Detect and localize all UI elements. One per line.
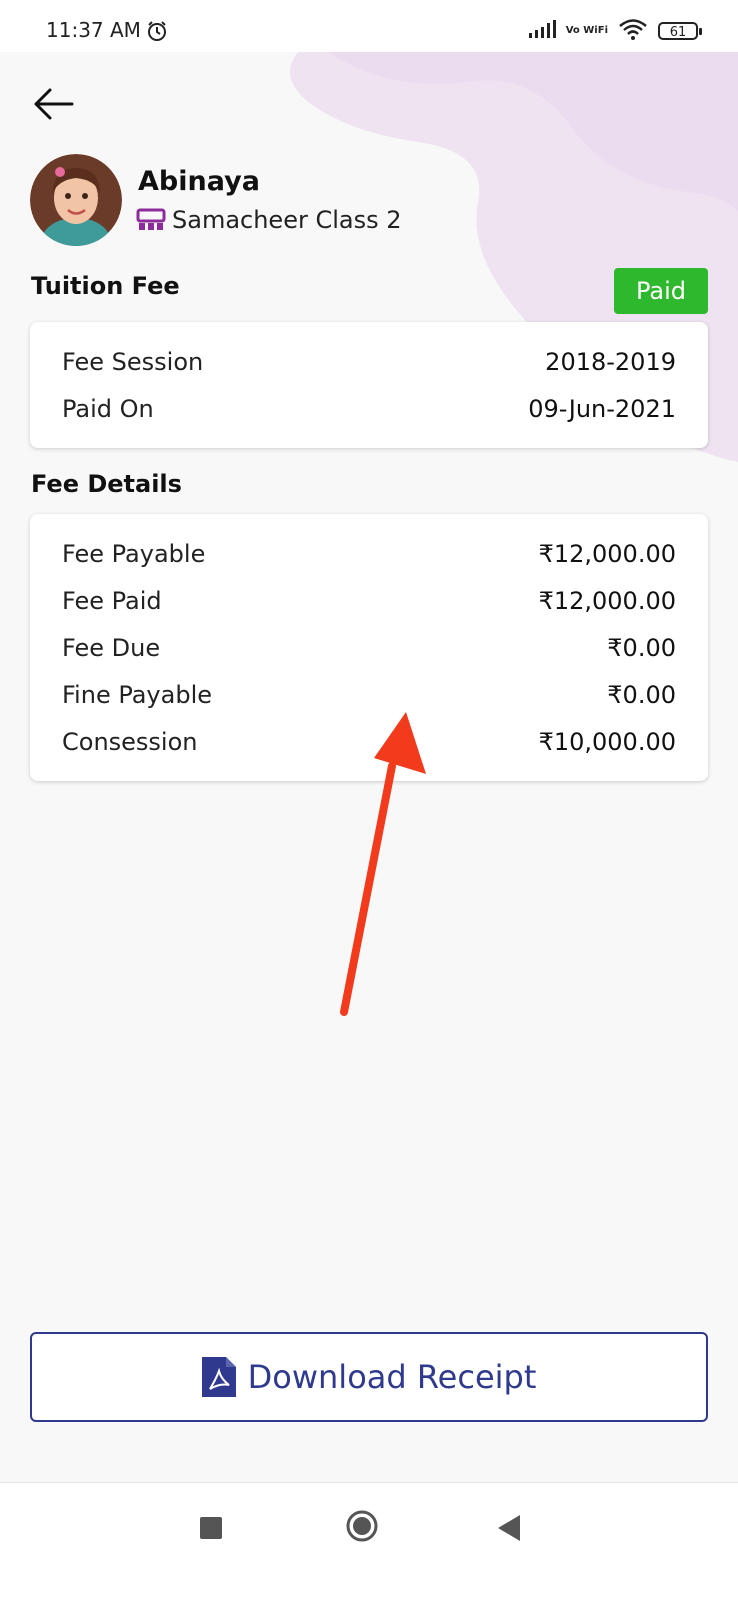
avatar [30,154,122,246]
fee-paid-row: Fee Paid ₹12,000.00 [62,577,676,624]
status-time: 11:37 AM [46,18,141,42]
system-back-button[interactable] [496,1513,522,1543]
fee-details-title: Fee Details [31,470,182,498]
row-value: ₹10,000.00 [538,727,676,756]
row-label: Fee Session [62,347,204,376]
system-navigation-bar [0,1482,738,1601]
fee-due-row: Fee Due ₹0.00 [62,624,676,671]
vowifi-label: Vo WiFi [565,25,608,36]
student-name: Abinaya [138,166,260,197]
row-label: Fee Payable [62,539,206,568]
status-badge: Paid [614,268,708,314]
row-label: Consession [62,727,198,756]
row-value: 09-Jun-2021 [528,394,676,423]
pdf-icon [201,1357,236,1397]
classroom-icon [136,208,166,230]
row-label: Fee Due [62,633,161,662]
arrow-left-icon [34,88,74,120]
back-button[interactable] [28,82,78,126]
row-value: ₹0.00 [607,633,676,662]
class-name: Samacheer Class 2 [172,206,402,234]
fee-payable-row: Fee Payable ₹12,000.00 [62,530,676,577]
row-value: 2018-2019 [545,347,676,376]
row-value: ₹0.00 [607,680,676,709]
download-receipt-label: Download Receipt [247,1358,537,1396]
home-button[interactable] [345,1509,379,1543]
annotation-arrow-icon [340,712,426,1016]
alarm-clock-icon [146,20,168,46]
recent-apps-button[interactable] [200,1517,222,1539]
paid-on-row: Paid On 09-Jun-2021 [62,385,676,432]
download-receipt-button[interactable]: Download Receipt [30,1332,708,1422]
row-label: Paid On [62,394,154,423]
status-bar: 11:37 AM Vo WiFi 61 [0,0,738,52]
row-label: Fine Payable [62,680,213,709]
wifi-icon [618,18,648,44]
row-label: Fee Paid [62,586,162,615]
row-value: ₹12,000.00 [538,586,676,615]
tuition-fee-card: Fee Session 2018-2019 Paid On 09-Jun-202… [30,322,708,448]
tuition-fee-title: Tuition Fee [31,272,180,300]
battery-indicator: 61 [658,22,702,40]
fee-session-row: Fee Session 2018-2019 [62,338,676,385]
signal-icon [528,20,556,42]
row-value: ₹12,000.00 [538,539,676,568]
class-info: Samacheer Class 2 [136,206,402,234]
